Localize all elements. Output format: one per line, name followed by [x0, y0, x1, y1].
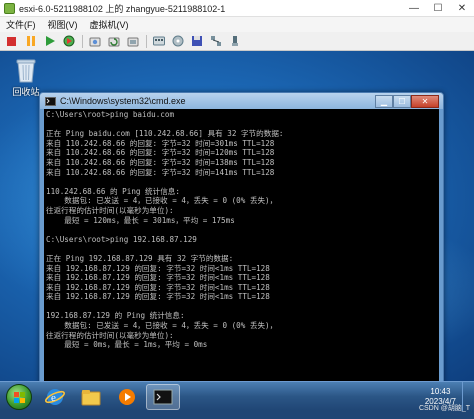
console-output[interactable]: C:\Users\root>ping baidu.com 正在 Ping bai… [44, 109, 439, 381]
taskbar-internet-explorer[interactable]: e [38, 384, 72, 410]
stop-icon[interactable] [4, 34, 19, 49]
menu-vm[interactable]: 虚拟机(V) [90, 18, 129, 31]
taskbar-cmd[interactable] [146, 383, 180, 410]
cmd-close-button[interactable]: ✕ [411, 94, 439, 108]
taskbar-explorer[interactable] [74, 384, 108, 410]
vm-menubar: 文件(F) 视图(V) 虚拟机(V) [0, 17, 474, 32]
menu-file[interactable]: 文件(F) [6, 18, 36, 31]
menu-view[interactable]: 视图(V) [48, 18, 78, 31]
floppy-icon[interactable] [189, 34, 204, 49]
console-line: 数据包: 已发送 = 4，已接收 = 4，丢失 = 0 (0% 丢失)， [46, 321, 278, 331]
vm-app-icon [4, 2, 15, 14]
taskbar: e 10:43 2023/4/7 [0, 381, 474, 412]
console-line: 正在 Ping 192.168.87.129 具有 32 字节的数据: [46, 253, 234, 263]
console-line: 数据包: 已发送 = 4，已接收 = 4，丢失 = 0 (0% 丢失)， [46, 196, 278, 206]
console-line: 来自 110.242.68.66 的回复: 字节=32 时间=301ms TTL… [46, 138, 275, 148]
cmd-window-controls: ▁ ☐ ✕ [375, 94, 439, 108]
cmd-minimize-button[interactable]: ▁ [375, 94, 393, 108]
footer-bar [0, 411, 474, 419]
console-line: 192.168.87.129 的 Ping 统计信息: [46, 311, 185, 321]
restart-icon[interactable] [61, 34, 76, 49]
vm-window-controls: — ☐ ✕ [402, 0, 474, 17]
folder-icon [81, 389, 101, 405]
console-line: 正在 Ping baidu.com [110.242.68.66] 具有 32 … [46, 129, 284, 139]
watermark: CSDN @胡脑_T [418, 405, 470, 412]
vm-console-titlebar: esxi-6.0-5211988102 上的 zhangyue-52119881… [0, 0, 474, 17]
cmd-maximize-button[interactable]: ☐ [393, 94, 411, 108]
console-icon [153, 389, 173, 404]
cmd-window-title: C:\Windows\system32\cmd.exe [60, 96, 186, 106]
cd-icon[interactable] [170, 34, 185, 49]
taskbar-media-player[interactable] [110, 384, 144, 410]
maximize-button[interactable]: ☐ [426, 0, 450, 17]
console-line: 往返行程的估计时间(以毫秒为单位): [46, 330, 174, 340]
recycle-bin[interactable]: 回收站 [8, 57, 44, 98]
console-line: C:\Users\root>ping baidu.com [46, 110, 175, 119]
console-line: 来自 110.242.68.66 的回复: 字节=32 时间=120ms TTL… [46, 148, 275, 158]
console-line: 来自 192.168.87.129 的回复: 字节=32 时间<1ms TTL=… [46, 282, 270, 292]
close-button[interactable]: ✕ [450, 0, 474, 17]
cmd-window[interactable]: C:\Windows\system32\cmd.exe ▁ ☐ ✕ C:\Use… [39, 92, 444, 381]
internet-explorer-icon: e [45, 388, 65, 405]
network-icon[interactable] [208, 34, 223, 49]
recycle-bin-icon [15, 57, 37, 83]
console-line: 来自 192.168.87.129 的回复: 字节=32 时间<1ms TTL=… [46, 273, 270, 283]
console-line: 110.242.68.66 的 Ping 统计信息: [46, 186, 180, 196]
media-player-icon [119, 388, 135, 405]
vm-toolbar [0, 32, 474, 51]
toolbar-separator [146, 34, 147, 48]
minimize-button[interactable]: — [402, 0, 426, 17]
start-button[interactable] [6, 383, 32, 410]
console-line: C:\Users\root>ping 192.168.87.129 [46, 234, 197, 244]
pause-icon[interactable] [23, 34, 38, 49]
usb-icon[interactable] [227, 34, 242, 49]
console-line: 来自 110.242.68.66 的回复: 字节=32 时间=141ms TTL… [46, 167, 275, 177]
console-line: 往返行程的估计时间(以毫秒为单位): [46, 205, 174, 215]
guest-desktop: 回收站 C:\Windows\system32\cmd.exe ▁ ☐ ✕ C:… [0, 51, 474, 381]
toolbar-separator [82, 34, 83, 48]
cmd-titlebar[interactable]: C:\Windows\system32\cmd.exe ▁ ☐ ✕ [40, 93, 443, 109]
console-line: 来自 192.168.87.129 的回复: 字节=32 时间<1ms TTL=… [46, 292, 270, 302]
console-line: 来自 192.168.87.129 的回复: 字节=32 时间<1ms TTL=… [46, 263, 270, 273]
clock-time: 10:43 [430, 386, 451, 396]
snapshot-revert-icon[interactable] [106, 34, 121, 49]
console-line: 来自 110.242.68.66 的回复: 字节=32 时间=138ms TTL… [46, 157, 275, 167]
snapshot-manager-icon[interactable] [125, 34, 140, 49]
ctrl-alt-del-icon[interactable] [151, 34, 166, 49]
svg-text:e: e [51, 392, 56, 404]
console-line: 最短 = 120ms，最长 = 301ms，平均 = 175ms [46, 215, 235, 225]
play-icon[interactable] [42, 34, 57, 49]
vm-console-title: esxi-6.0-5211988102 上的 zhangyue-52119881… [19, 3, 226, 14]
console-icon [45, 96, 56, 106]
console-line: 最短 = 0ms，最长 = 1ms，平均 = 0ms [46, 340, 208, 350]
snapshot-icon[interactable] [87, 34, 102, 49]
